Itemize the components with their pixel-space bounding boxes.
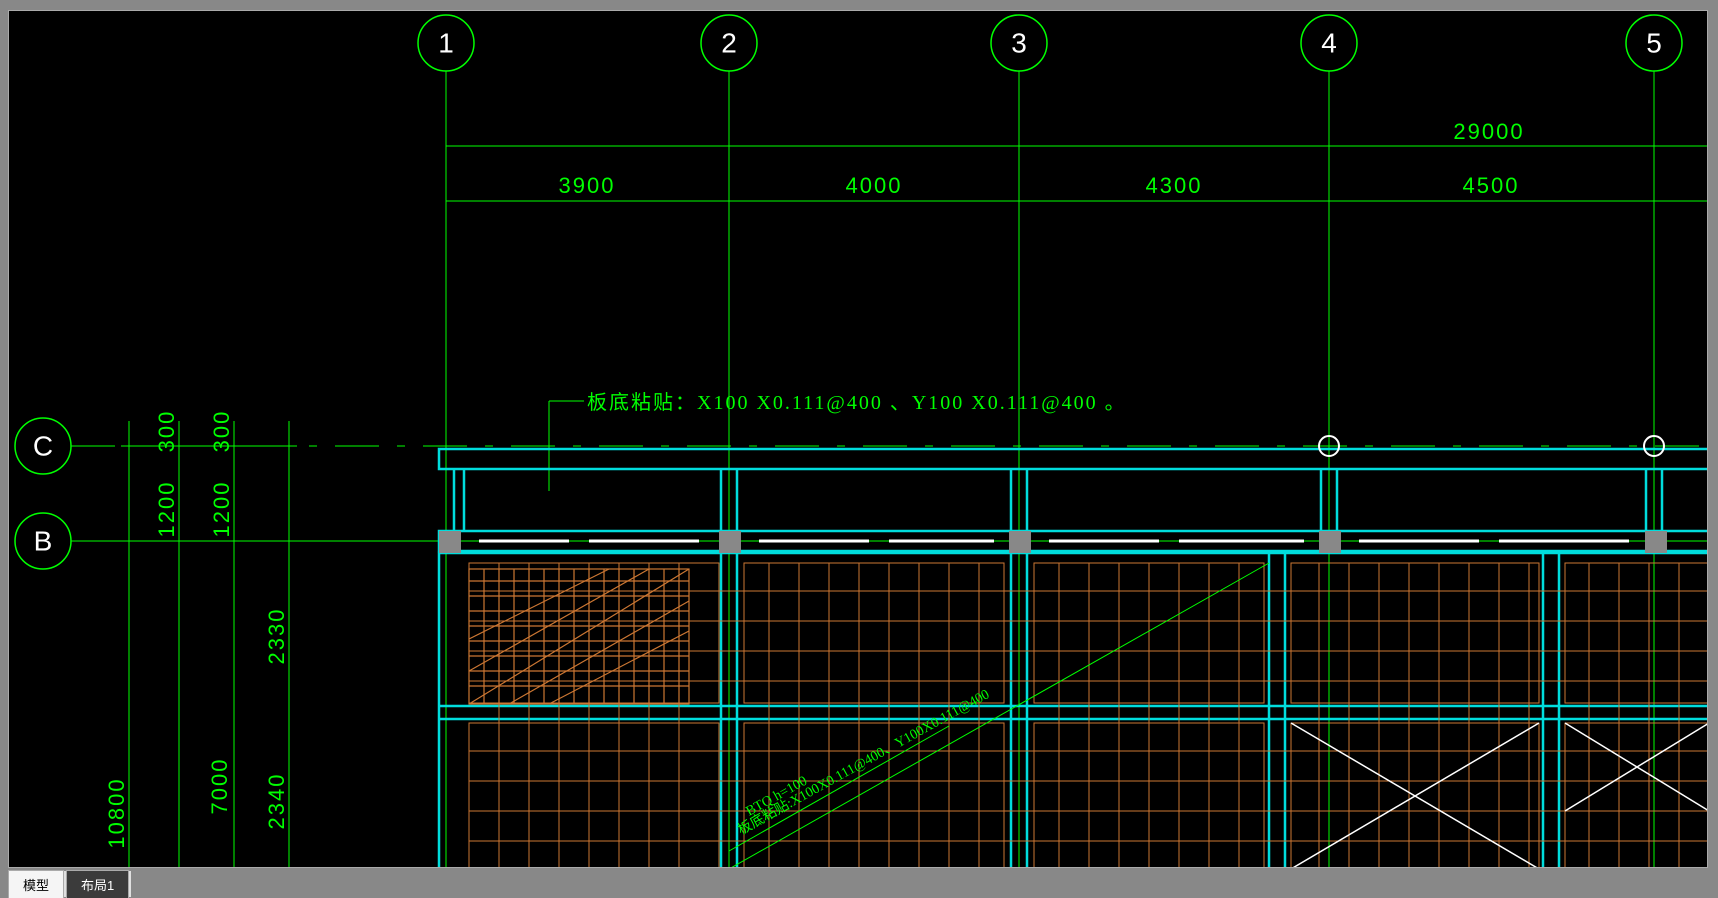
layout-tabs: 模型 布局1: [8, 871, 131, 897]
dims-vertical-left: 300 300 1200 1200 2330 2340 7000 10800: [104, 410, 297, 868]
grid-row-c: C: [33, 430, 53, 461]
svg-text:3900: 3900: [559, 173, 616, 198]
svg-text:10800: 10800: [104, 777, 129, 848]
svg-text:29000: 29000: [1453, 119, 1524, 144]
tab-layout1[interactable]: 布局1: [66, 870, 129, 898]
rebar-grids: [469, 563, 1708, 868]
svg-text:板底粘贴:X100X0.111@400、Y100X0.111: 板底粘贴:X100X0.111@400、Y100X0.111@400: [735, 686, 992, 838]
grid-row-b: B: [34, 525, 53, 556]
svg-text:300: 300: [209, 410, 234, 453]
grid-col-5: 5: [1646, 27, 1662, 58]
grid-rows: C B: [15, 418, 1708, 569]
grid-col-3: 3: [1011, 27, 1027, 58]
svg-text:2330: 2330: [264, 608, 289, 665]
grid-col-4: 4: [1321, 27, 1337, 58]
dim-spans: 3900 4000 4300 4500: [446, 173, 1708, 209]
svg-text:4500: 4500: [1463, 173, 1520, 198]
annotation-diagonal: BTQ h=100 板底粘贴:X100X0.111@400、Y100X0.111…: [729, 563, 1269, 868]
svg-text:1200: 1200: [209, 481, 234, 538]
annotation-top: 板底粘贴：X100 X0.111@400 、Y100 X0.111@400 。: [549, 391, 1127, 491]
svg-text:板底粘贴：X100 X0.111@400 、Y100: 板底粘贴：X100 X0.111@400 、Y100 X0.111@400 。: [587, 391, 1127, 414]
svg-text:4300: 4300: [1146, 173, 1203, 198]
dim-total-top: 29000: [446, 119, 1708, 153]
grid-col-extensions: [446, 206, 1654, 868]
svg-text:1200: 1200: [154, 481, 179, 538]
structure-cyan: [439, 449, 1708, 868]
svg-text:2340: 2340: [264, 773, 289, 830]
grid-col-1: 1: [438, 27, 454, 58]
svg-text:4000: 4000: [846, 173, 903, 198]
tab-model[interactable]: 模型: [8, 870, 64, 898]
grid-col-2: 2: [721, 27, 737, 58]
cad-drawing-canvas[interactable]: 1 2 3 4 5 29000 3900 4000 4300 4500: [8, 10, 1708, 868]
svg-text:300: 300: [154, 410, 179, 453]
svg-text:7000: 7000: [207, 758, 232, 815]
